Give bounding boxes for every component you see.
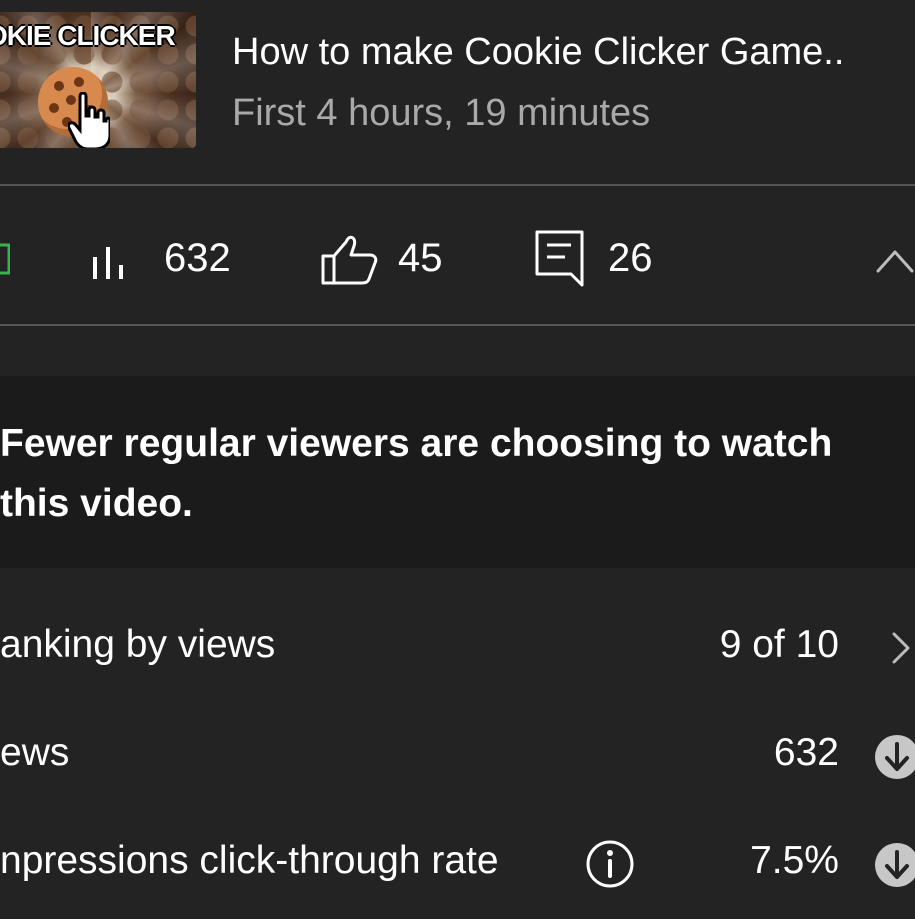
down-arrow-icon bbox=[875, 735, 915, 779]
impressions-ctr-label: npressions click-through rate bbox=[0, 839, 499, 882]
thumbnail-title: OKIE CLICKER bbox=[0, 20, 176, 51]
insight-alert-message: Fewer regular viewers are choosing to wa… bbox=[0, 422, 833, 525]
comment-icon[interactable] bbox=[534, 229, 586, 289]
ranking-label: anking by views bbox=[0, 623, 276, 666]
thumbs-up-icon[interactable] bbox=[320, 234, 378, 286]
video-timeframe: First 4 hours, 19 minutes bbox=[232, 92, 651, 134]
stats-bar: 632 45 26 bbox=[0, 187, 915, 325]
ranking-row[interactable]: anking by views 9 of 10 bbox=[0, 595, 915, 703]
divider bbox=[0, 324, 915, 326]
chevron-up-icon[interactable] bbox=[876, 247, 915, 275]
green-stat-icon bbox=[0, 243, 11, 275]
insight-alert: Fewer regular viewers are choosing to wa… bbox=[0, 376, 915, 568]
likes-count: 45 bbox=[398, 236, 443, 280]
video-thumbnail[interactable]: OKIE CLICKER bbox=[0, 12, 196, 148]
video-header[interactable]: OKIE CLICKER How to make Cookie Clicker … bbox=[0, 0, 915, 185]
comments-count: 26 bbox=[608, 236, 653, 280]
video-title[interactable]: How to make Cookie Clicker Game.. bbox=[232, 28, 915, 76]
impressions-ctr-row: npressions click-through rate 7.5% bbox=[0, 811, 915, 919]
views-count: 632 bbox=[164, 236, 231, 280]
impressions-ctr-value: 7.5% bbox=[750, 839, 839, 882]
hand-cursor-icon bbox=[68, 92, 110, 148]
ranking-value: 9 of 10 bbox=[719, 623, 839, 666]
views-bar-chart-icon bbox=[93, 247, 123, 279]
chevron-right-icon[interactable] bbox=[890, 631, 912, 665]
views-value: 632 bbox=[773, 731, 839, 774]
down-arrow-icon bbox=[875, 843, 915, 887]
views-label: ews bbox=[0, 731, 70, 774]
info-icon[interactable] bbox=[585, 839, 635, 889]
divider bbox=[0, 184, 915, 186]
views-row: ews 632 bbox=[0, 703, 915, 811]
